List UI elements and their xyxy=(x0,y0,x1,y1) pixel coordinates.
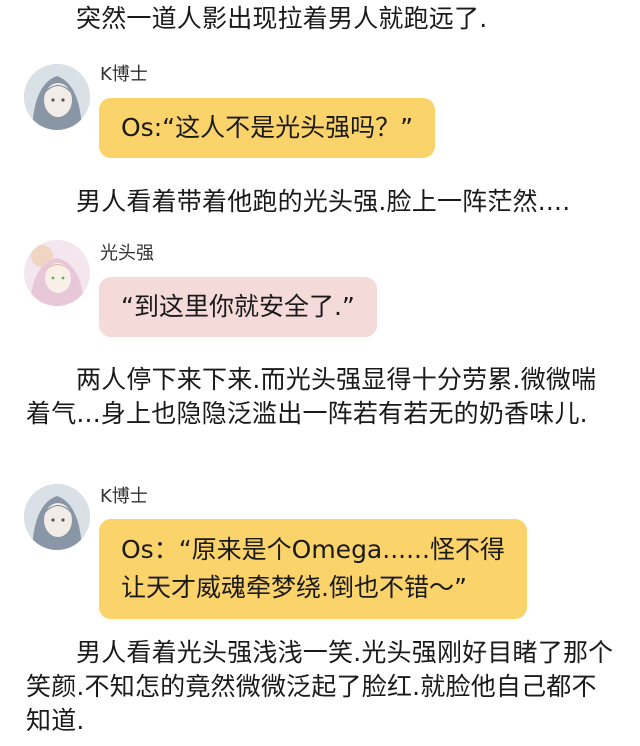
speaker-name: K博士 xyxy=(100,486,148,507)
narration-text: 男人看着带着他跑的光头强.脸上一阵茫然.... xyxy=(76,187,571,216)
narration-text: 突然一道人影出现拉着男人就跑远了. xyxy=(76,4,488,33)
k-doctor-avatar[interactable] xyxy=(24,484,90,550)
narration-text: 两人停下来下来.而光头强显得十分劳累.微微喘着气...身上也隐隐泛滥出一阵若有若… xyxy=(26,365,597,428)
chat-bubble: Os：“原来是个Omega......怪不得 让天才威魂牵梦绕.倒也不错～” xyxy=(99,519,527,619)
chat-bubble: “到这里你就安全了.” xyxy=(99,277,377,337)
speaker-name: K博士 xyxy=(100,64,148,85)
chat-bubble-line: Os：“原来是个Omega......怪不得 xyxy=(121,535,505,564)
narration-text: 男人看着光头强浅浅一笑.光头强刚好目睹了那个笑颜.不知怎的竟然微微泛起了脸红.就… xyxy=(26,638,614,735)
chat-bubble-line: 让天才威魂牵梦绕.倒也不错～” xyxy=(121,573,467,602)
guangtouqiang-avatar[interactable] xyxy=(24,240,90,306)
chat-bubble: Os:“这人不是光头强吗？” xyxy=(99,98,436,158)
k-doctor-avatar[interactable] xyxy=(24,64,90,130)
speaker-name: 光头强 xyxy=(100,243,154,264)
